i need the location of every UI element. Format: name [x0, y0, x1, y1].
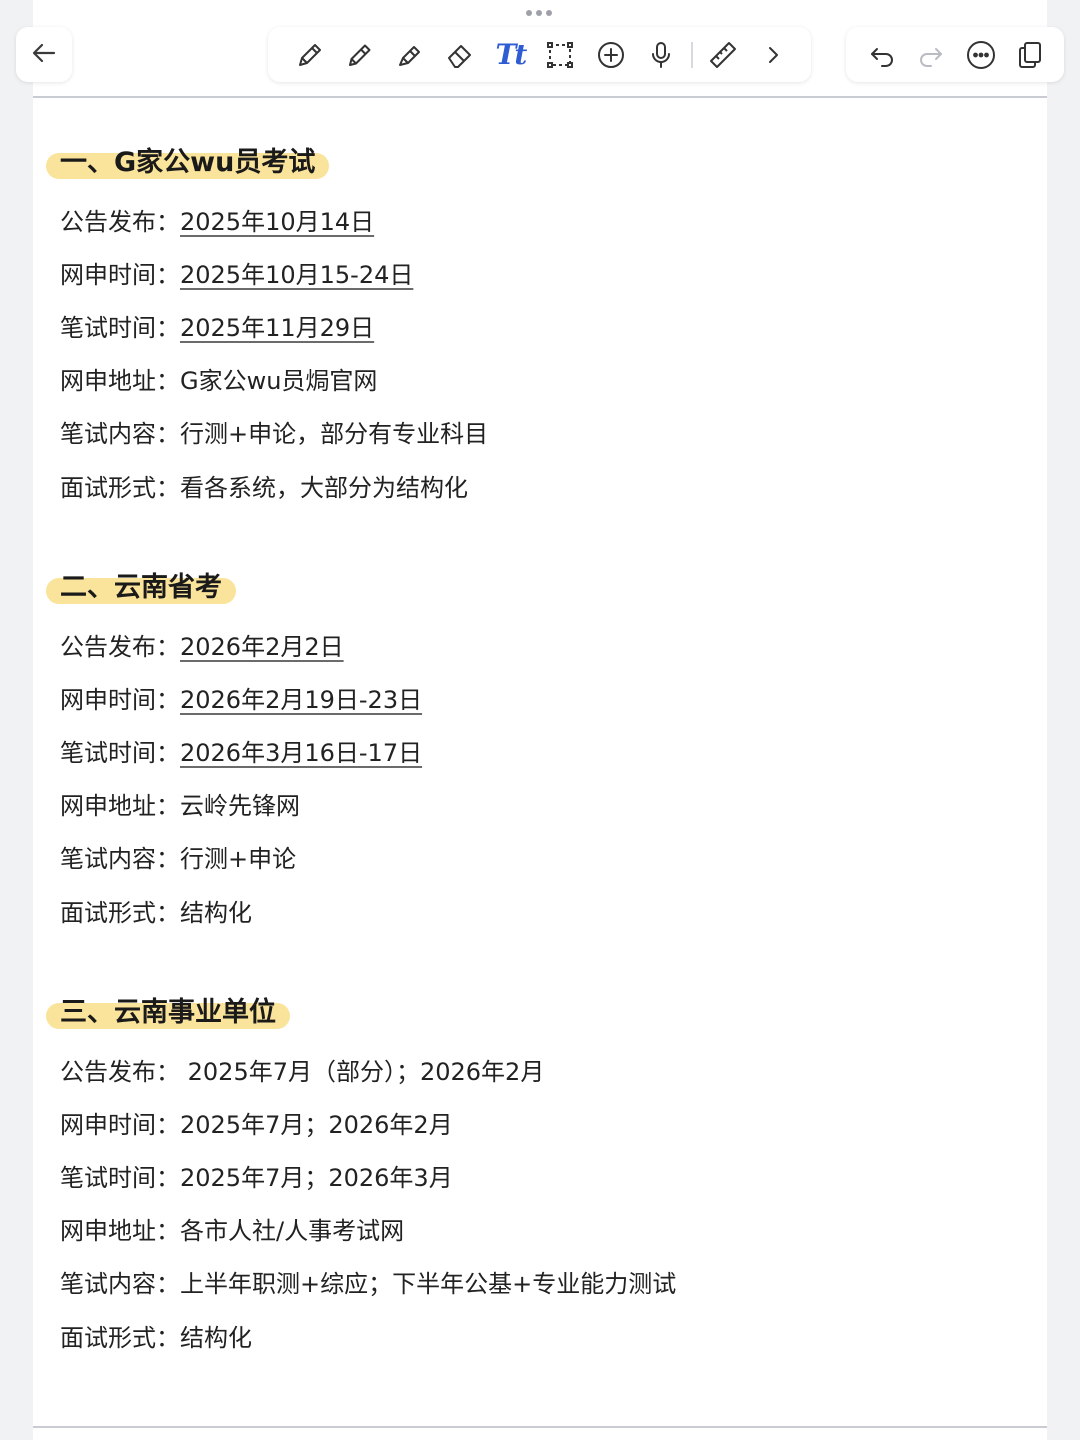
pencil-tool-button[interactable] — [340, 35, 380, 75]
window-grabber[interactable] — [526, 10, 552, 16]
row-value: 2025年7月；2026年3月 — [180, 1164, 453, 1192]
record-audio-button[interactable] — [641, 35, 681, 75]
section-national-exam: 一、G家公wu员考试 公告发布：2025年10月14日 网申时间：2025年10… — [46, 143, 1026, 502]
chevron-right-icon — [768, 46, 778, 63]
info-row: 面试形式：结构化 — [60, 1321, 252, 1355]
text-tool-button[interactable]: Tt — [490, 35, 530, 75]
info-row: 笔试内容：行测+申论 — [60, 842, 296, 876]
row-value: 结构化 — [180, 1324, 252, 1352]
add-icon — [597, 41, 624, 68]
undo-button[interactable] — [862, 35, 902, 75]
row-label: 笔试时间： — [60, 314, 180, 342]
section-heading: 一、G家公wu员考试 — [60, 147, 316, 178]
highlighter-icon — [399, 45, 421, 66]
row-value: 云岭先锋网 — [180, 792, 300, 820]
row-value: 看各系统，大部分为结构化 — [180, 474, 468, 502]
info-row: 笔试内容：上半年职测+综应；下半年公基+专业能力测试 — [60, 1267, 676, 1301]
page-bottom-divider — [33, 1426, 1047, 1428]
row-value: 行测+申论 — [180, 845, 297, 873]
row-value: 结构化 — [180, 899, 252, 927]
info-row: 网申地址：G家公wu员焗官网 — [60, 364, 377, 398]
pen-icon — [299, 43, 321, 66]
info-row: 网申时间：2026年2月19日-23日 — [60, 683, 422, 717]
toolbar-divider — [690, 41, 693, 68]
undo-icon — [871, 47, 893, 67]
pencil-icon — [349, 44, 371, 66]
eraser-icon — [448, 44, 472, 68]
back-button[interactable] — [16, 27, 72, 82]
row-label: 网申时间： — [60, 686, 180, 714]
back-arrow-icon — [30, 39, 58, 71]
pen-tool-button[interactable] — [290, 35, 330, 75]
text-tool-icon: Tt — [495, 38, 527, 71]
document-actions-toolbar — [846, 27, 1064, 82]
row-label: 网申时间： — [60, 1111, 180, 1139]
ruler-icon — [709, 41, 736, 68]
info-row: 公告发布：2026年2月2日 — [60, 630, 344, 664]
eraser-tool-button[interactable] — [440, 35, 480, 75]
pages-button[interactable] — [1010, 35, 1050, 75]
row-label: 笔试内容： — [60, 1270, 180, 1298]
info-row: 网申地址：各市人社/人事考试网 — [60, 1214, 404, 1248]
microphone-icon — [651, 41, 670, 68]
highlighter-tool-button[interactable] — [390, 35, 430, 75]
date-value[interactable]: 2026年2月19日-23日 — [180, 686, 422, 714]
date-value[interactable]: 2025年10月14日 — [180, 208, 374, 236]
row-label: 公告发布： — [60, 633, 180, 661]
row-value: 行测+申论，部分有专业科目 — [180, 420, 489, 448]
lasso-select-icon — [547, 41, 574, 68]
date-value[interactable]: 2026年2月2日 — [180, 633, 344, 661]
redo-button[interactable] — [911, 35, 951, 75]
redo-icon — [920, 47, 943, 67]
lasso-select-button[interactable] — [540, 35, 580, 75]
row-label: 公告发布： — [60, 208, 180, 236]
section-yunnan-public-institution: 三、云南事业单位 公告发布： 2025年7月（部分）；2026年2月 网申时间：… — [46, 993, 1026, 1352]
info-row: 面试形式：看各系统，大部分为结构化 — [60, 471, 468, 505]
row-label: 面试形式： — [60, 1324, 180, 1352]
row-label: 笔试时间： — [60, 1164, 180, 1192]
row-label: 网申地址： — [60, 1217, 180, 1245]
date-value[interactable]: 2025年10月15-24日 — [180, 261, 413, 289]
insert-button[interactable] — [591, 35, 631, 75]
page-top-divider — [33, 96, 1047, 98]
section-heading: 二、云南省考 — [60, 572, 222, 603]
info-row: 网申时间：2025年7月；2026年2月 — [60, 1108, 453, 1142]
pages-icon — [1018, 41, 1041, 68]
info-row: 笔试时间：2025年7月；2026年3月 — [60, 1161, 453, 1195]
info-row: 公告发布：2025年10月14日 — [60, 205, 374, 239]
info-row: 面试形式：结构化 — [60, 896, 252, 930]
row-value: 各市人社/人事考试网 — [180, 1217, 405, 1245]
date-value[interactable]: 2026年3月16日-17日 — [180, 739, 422, 767]
section-heading: 三、云南事业单位 — [60, 997, 276, 1028]
row-label: 网申地址： — [60, 792, 180, 820]
more-tools-button[interactable] — [753, 35, 793, 75]
more-icon — [966, 40, 995, 69]
row-label: 面试形式： — [60, 899, 180, 927]
info-row: 公告发布： 2025年7月（部分）；2026年2月 — [60, 1055, 544, 1089]
row-label: 笔试时间： — [60, 739, 180, 767]
row-value: 2025年7月（部分）；2026年2月 — [180, 1058, 545, 1086]
info-row: 网申时间：2025年10月15-24日 — [60, 258, 413, 292]
ruler-button[interactable] — [703, 35, 743, 75]
info-row: 笔试时间：2025年11月29日 — [60, 311, 374, 345]
drawing-toolbar: Tt — [268, 27, 811, 82]
row-label: 网申地址： — [60, 367, 180, 395]
row-label: 网申时间： — [60, 261, 180, 289]
info-row: 笔试内容：行测+申论，部分有专业科目 — [60, 417, 488, 451]
info-row: 网申地址：云岭先锋网 — [60, 789, 300, 823]
row-label: 笔试内容： — [60, 420, 180, 448]
date-value[interactable]: 2025年11月29日 — [180, 314, 374, 342]
row-value: 2025年7月；2026年2月 — [180, 1111, 453, 1139]
more-options-button[interactable] — [961, 35, 1001, 75]
row-value: G家公wu员焗官网 — [180, 367, 378, 395]
row-label: 公告发布： — [60, 1058, 180, 1086]
info-row: 笔试时间：2026年3月16日-17日 — [60, 736, 422, 770]
row-label: 笔试内容： — [60, 845, 180, 873]
section-yunnan-provincial-exam: 二、云南省考 公告发布：2026年2月2日 网申时间：2026年2月19日-23… — [46, 568, 1026, 927]
row-value: 上半年职测+综应；下半年公基+专业能力测试 — [180, 1270, 677, 1298]
row-label: 面试形式： — [60, 474, 180, 502]
